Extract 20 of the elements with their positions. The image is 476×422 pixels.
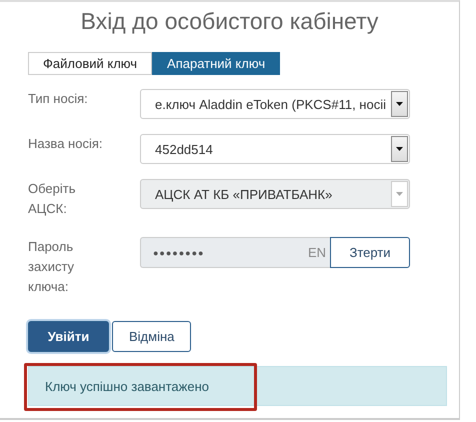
caret-icon [396, 102, 403, 106]
dropdown-value: 452dd514 [154, 142, 214, 156]
caret-icon [396, 147, 403, 151]
field-label: Пароль захисту ключа: [28, 238, 76, 296]
dropdown[interactable]: е.ключ Aladdin eToken (PKCS#11, носіі [140, 89, 410, 119]
caret-icon [396, 192, 403, 196]
alert-message: Ключ успішно завантажено [45, 378, 209, 394]
dropdown-value: АЦСК АТ КБ «ПРИВАТБАНК» [154, 186, 334, 202]
dropdown[interactable]: 452dd514 [140, 134, 410, 164]
password-dots: ●●●●●●●● [153, 248, 206, 258]
field-label: Назва носія: [28, 135, 104, 153]
login-button[interactable]: Увійти [28, 321, 109, 352]
field-label: Оберіть АЦСК: [28, 180, 76, 218]
tab[interactable]: Файловий ключ [28, 52, 152, 75]
page-title: Вхід до особистого кабінету [80, 7, 380, 36]
dropdown-value: е.ключ Aladdin eToken (PKCS#11, носіі [154, 96, 387, 112]
field-label: Тип носія: [28, 90, 89, 108]
cancel-button[interactable]: Відміна [112, 321, 192, 352]
language-indicator: EN [308, 245, 326, 260]
tab[interactable]: Апаратний ключ [152, 52, 280, 75]
